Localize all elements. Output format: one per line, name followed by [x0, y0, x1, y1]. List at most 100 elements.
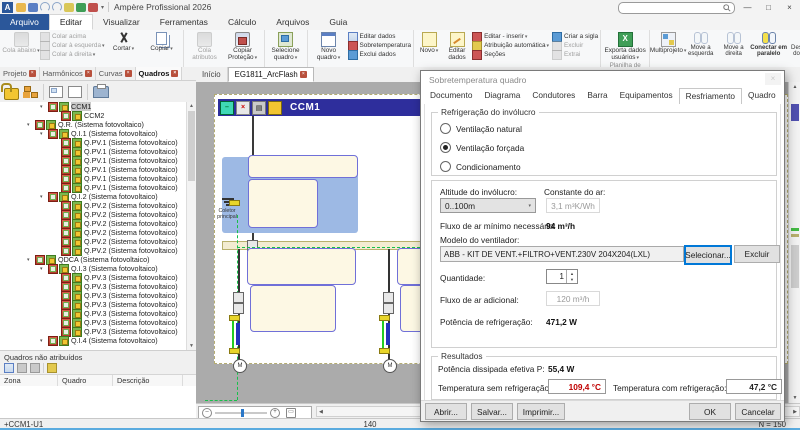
lock-quadro-icon[interactable] — [268, 101, 282, 115]
cut-button[interactable]: Cortar▾ — [105, 31, 143, 53]
unlock-icon[interactable] — [4, 88, 19, 100]
tree-item[interactable]: ▾ Q.PV.2 (Sistema fotovoltaico) — [0, 201, 187, 210]
chevron-down-icon[interactable]: ▾ — [27, 122, 35, 128]
panel-tab[interactable]: Projeto × — [0, 67, 40, 80]
stepper-arrows-icon[interactable]: ▲▼ — [566, 270, 577, 283]
tree-scrollbar[interactable]: ▲ ▼ — [186, 102, 196, 350]
tab-inicio[interactable]: Início — [196, 67, 228, 82]
chevron-down-icon[interactable]: ▾ — [40, 266, 48, 272]
maximize-button[interactable]: □ — [758, 0, 779, 14]
tree-item[interactable]: ▾ Q.PV.1 (Sistema fotovoltaico) — [0, 174, 187, 183]
cascade-windows-icon[interactable] — [49, 86, 63, 98]
scrollbar-marker[interactable] — [791, 104, 799, 121]
m1-breaker-icon[interactable] — [233, 292, 244, 303]
tree-item[interactable]: ▾ Q.PV.3 (Sistema fotovoltaico) — [0, 273, 187, 282]
open-button[interactable]: Abrir... — [425, 403, 467, 420]
menu-tab[interactable]: Cálculo — [218, 14, 266, 30]
select-panel-button[interactable]: Selecione quadro▾ — [267, 31, 305, 62]
print-icon[interactable] — [64, 3, 74, 12]
m1-label-box[interactable] — [247, 248, 356, 285]
tree-item[interactable]: ▾ Q.PV.2 (Sistema fotovoltaico) — [0, 228, 187, 237]
export-user-data-button[interactable]: X Exporta dados usuários▾ — [603, 31, 647, 62]
chevron-down-icon[interactable]: ▾ — [27, 257, 35, 263]
tree-item[interactable]: ▾ Q.I.1 (Sistema fotovoltaico) — [0, 129, 187, 138]
ok-button[interactable]: OK — [689, 403, 731, 420]
fit-page-icon[interactable]: ▭ — [286, 408, 296, 418]
tree-item[interactable]: ▾ Q.PV.2 (Sistema fotovoltaico) — [0, 219, 187, 228]
dialog-tab[interactable]: Barra — [581, 88, 613, 104]
cooling-radio-option[interactable]: Condicionamento — [440, 161, 524, 172]
quick-access-dropdown-icon[interactable]: ▾ — [101, 4, 104, 11]
disconnect-parallel-button[interactable]: Desconectar do paralelo — [787, 31, 800, 58]
paste-right-button[interactable]: Colar à direita▾ — [40, 50, 105, 59]
select-fan-button[interactable]: Selecionar... — [684, 245, 732, 265]
chevron-down-icon[interactable]: ▾ — [40, 104, 48, 110]
m2-cable[interactable] — [386, 323, 390, 345]
m2-breaker-icon[interactable] — [383, 292, 394, 303]
edit-user-data-button[interactable]: Editar dados — [442, 31, 472, 62]
tree-item[interactable]: ▾ Q.PV.3 (Sistema fotovoltaico) — [0, 309, 187, 318]
print-button[interactable]: Imprimir... — [517, 403, 565, 420]
search-input[interactable] — [618, 2, 735, 14]
tree-item[interactable]: ▾ Q.PV.2 (Sistema fotovoltaico) — [0, 246, 187, 255]
m1-contactor-icon[interactable] — [233, 303, 244, 314]
zoom-slider[interactable] — [215, 412, 267, 414]
zoom-slider-thumb[interactable] — [241, 409, 244, 417]
paste-below-button[interactable]: Cola abaixo▾ — [2, 31, 40, 55]
m1-motor-icon[interactable]: M — [233, 359, 247, 373]
tree-item[interactable]: ▾ Q.PV.1 (Sistema fotovoltaico) — [0, 165, 187, 174]
radio-icon[interactable] — [440, 142, 451, 153]
close-tab-icon[interactable]: × — [171, 70, 178, 77]
dialog-tab[interactable]: Resfriamento — [679, 88, 742, 105]
tree-item[interactable]: ▾ CCM2 — [0, 111, 187, 120]
delete-quadro-icon[interactable]: × — [236, 101, 250, 115]
panel-tab[interactable]: Quadros × — [136, 67, 183, 80]
dialog-tab[interactable]: Equipamentos — [614, 88, 679, 104]
tree-item[interactable]: ▾ Q.PV.3 (Sistema fotovoltaico) — [0, 282, 187, 291]
menu-tab[interactable]: Arquivo — [0, 14, 49, 30]
menu-tab[interactable]: Arquivos — [266, 14, 319, 30]
new-window-icon[interactable] — [68, 86, 82, 98]
m1-cable[interactable] — [236, 323, 240, 345]
tree-item[interactable]: ▾ Q.PV.1 (Sistema fotovoltaico) — [0, 147, 187, 156]
dialog-tab[interactable]: Diagrama — [478, 88, 526, 104]
edit-zone-icon[interactable] — [17, 363, 27, 373]
auto-assign-button[interactable]: Atribuição automática▾ — [472, 41, 549, 50]
delete-panel-data-button[interactable]: Exclui dados — [348, 50, 412, 59]
menu-tab[interactable]: Visualizar — [93, 14, 150, 30]
m1-info-box[interactable] — [250, 285, 336, 332]
connect-parallel-button[interactable]: Conectar em paralelo — [750, 31, 787, 58]
scroll-up-icon[interactable]: ▲ — [187, 103, 196, 109]
tree-item[interactable]: ▾ Q.PV.3 (Sistema fotovoltaico) — [0, 318, 187, 327]
scroll-down-icon[interactable]: ▼ — [789, 395, 800, 401]
zoom-in-icon[interactable]: + — [270, 408, 280, 418]
m2-contactor-icon[interactable] — [383, 303, 394, 314]
assign-panel-icon[interactable] — [4, 363, 14, 373]
new-user-button[interactable]: Novo▾ — [416, 31, 442, 55]
vertical-scrollbar[interactable]: ▲ ▼ — [788, 82, 800, 403]
chevron-down-icon[interactable]: ▾ — [40, 338, 48, 344]
cancel-button[interactable]: Cancelar — [735, 403, 781, 420]
save-button[interactable]: Salvar... — [471, 403, 513, 420]
refresh-zones-icon[interactable] — [47, 363, 57, 373]
panel-tab[interactable]: Curvas × — [96, 67, 136, 80]
altitude-select[interactable]: 0..100m ▾ — [440, 198, 536, 213]
cooling-radio-option[interactable]: Ventilação natural — [440, 123, 524, 134]
menu-tab[interactable]: Ferramentas — [150, 14, 218, 30]
scroll-right-icon[interactable]: ▶ — [793, 409, 797, 415]
move-right-button[interactable]: Move a direita — [717, 31, 750, 58]
collapse-icon[interactable]: – — [220, 101, 234, 115]
tree-item[interactable]: ▾ Q.I.2 (Sistema fotovoltaico) — [0, 192, 187, 201]
close-button[interactable]: × — [779, 0, 800, 14]
tree-item[interactable]: ▾ Q.I.4 (Sistema fotovoltaico) — [0, 336, 187, 345]
tree-item[interactable]: ▾ Q.PV.1 (Sistema fotovoltaico) — [0, 183, 187, 192]
u1-label-box[interactable] — [248, 155, 358, 178]
cooling-radio-option[interactable]: Ventilação forçada — [440, 142, 524, 153]
move-left-button[interactable]: Move a esquerda — [684, 31, 717, 58]
redo-icon[interactable] — [52, 2, 62, 12]
tab-eg1811-arcflash[interactable]: EG1811_ArcFlash × — [228, 67, 314, 82]
tree-item[interactable]: ▾ Q.PV.3 (Sistema fotovoltaico) — [0, 300, 187, 309]
ground-connector-icon[interactable] — [229, 200, 240, 206]
dialog-tab[interactable]: Condutores — [526, 88, 581, 104]
hierarchy-icon[interactable] — [24, 86, 38, 98]
